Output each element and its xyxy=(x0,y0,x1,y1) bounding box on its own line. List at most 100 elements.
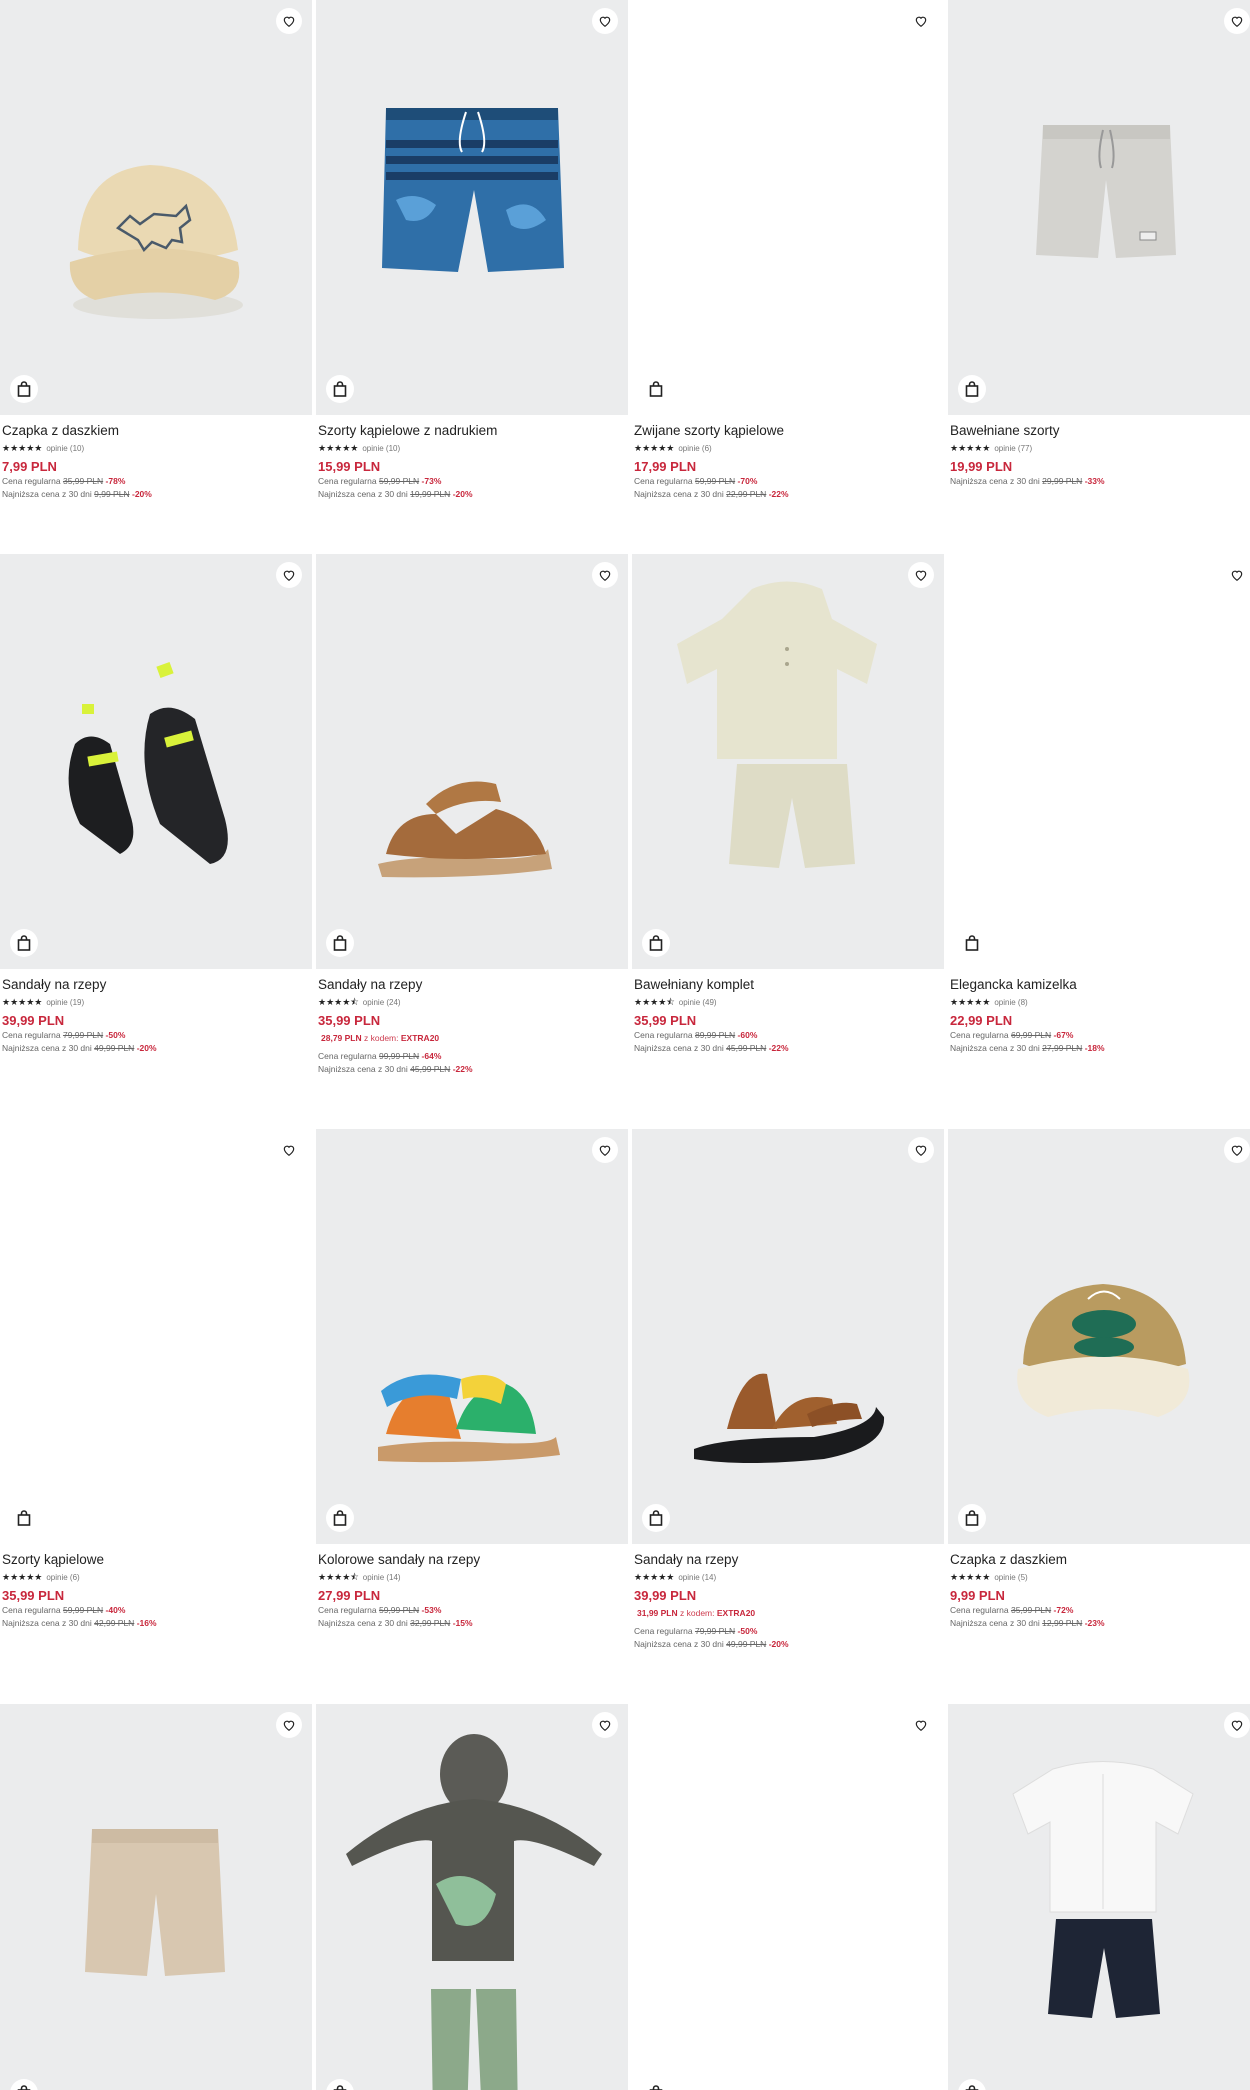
product-name[interactable]: Szorty kąpielowe z nadrukiem xyxy=(318,423,626,440)
product-image-cotton-shorts[interactable] xyxy=(948,0,1250,415)
shopping-bag-icon[interactable] xyxy=(642,1504,670,1532)
heart-outline-icon[interactable] xyxy=(592,1137,618,1163)
regular-price-line: Cena regularna 59,99 PLN -40% xyxy=(2,1605,126,1615)
shopping-bag-icon[interactable] xyxy=(642,2079,670,2090)
product-image-placeholder[interactable] xyxy=(948,554,1250,969)
product-card[interactable] xyxy=(632,1704,944,2090)
product-image-placeholder[interactable] xyxy=(632,1704,944,2090)
product-card[interactable]: Czapka z daszkiem ★★★★★ opinie (5) 9,99 P… xyxy=(948,1129,1250,1630)
product-image-cap-khaki[interactable] xyxy=(948,1129,1250,1544)
product-image-placeholder[interactable] xyxy=(0,1129,312,1544)
lowest-price-line: Najniższa cena z 30 dni 42,99 PLN -16% xyxy=(2,1618,157,1628)
product-image-sandals-black[interactable] xyxy=(0,554,312,969)
shopping-bag-icon[interactable] xyxy=(326,929,354,957)
heart-outline-icon[interactable] xyxy=(908,1712,934,1738)
shopping-bag-icon[interactable] xyxy=(326,375,354,403)
product-name[interactable]: Czapka z daszkiem xyxy=(950,1552,1250,1569)
review-count[interactable]: opinie (10) xyxy=(362,444,400,453)
lowest-price-line: Najniższa cena z 30 dni 49,99 PLN -20% xyxy=(2,1043,157,1053)
lowest-price-line: Najniższa cena z 30 dni 45,99 PLN -22% xyxy=(318,1064,473,1074)
review-count[interactable]: opinie (6) xyxy=(678,444,711,453)
heart-outline-icon[interactable] xyxy=(1224,1137,1250,1163)
product-image-placeholder[interactable] xyxy=(632,0,944,415)
heart-outline-icon[interactable] xyxy=(1224,1712,1250,1738)
heart-outline-icon[interactable] xyxy=(592,1712,618,1738)
product-card[interactable]: Elegancka kamizelka ★★★★★ opinie (8) 22,9… xyxy=(948,554,1250,1055)
shopping-bag-icon[interactable] xyxy=(642,929,670,957)
product-card[interactable]: Bawełniane szorty ★★★★★ opinie (77) 19,99… xyxy=(948,0,1250,488)
product-image-hoodie-kid[interactable] xyxy=(316,1704,628,2090)
shopping-bag-icon[interactable] xyxy=(326,1504,354,1532)
product-image-cotton-set[interactable] xyxy=(632,554,944,969)
heart-outline-icon[interactable] xyxy=(908,8,934,34)
lowest-price-line: Najniższa cena z 30 dni 22,99 PLN -22% xyxy=(634,489,789,499)
product-card[interactable] xyxy=(316,1704,628,2090)
shopping-bag-icon[interactable] xyxy=(958,929,986,957)
product-image-swim-shorts[interactable] xyxy=(316,0,628,415)
product-image-colorful-sandals[interactable] xyxy=(316,1129,628,1544)
product-card[interactable]: Sandały na rzepy ★★★★⯪ opinie (24) 35,99 … xyxy=(316,554,628,1076)
product-image-sandals-brown[interactable] xyxy=(316,554,628,969)
lowest-price-line: Najniższa cena z 30 dni 45,99 PLN -22% xyxy=(634,1043,789,1053)
rating-stars: ★★★★★ xyxy=(634,443,675,453)
review-count[interactable]: opinie (6) xyxy=(46,1573,79,1582)
heart-outline-icon[interactable] xyxy=(276,8,302,34)
lowest-price-line: Najniższa cena z 30 dni 32,99 PLN -15% xyxy=(318,1618,473,1628)
review-count[interactable]: opinie (10) xyxy=(46,444,84,453)
lowest-price-line: Najniższa cena z 30 dni 9,99 PLN -20% xyxy=(2,489,152,499)
product-name[interactable]: Zwijane szorty kąpielowe xyxy=(634,423,942,440)
regular-price-line: Cena regularna 69,99 PLN -67% xyxy=(950,1030,1074,1040)
promo-code-line: 31,99 PLN z kodem: EXTRA20 xyxy=(637,1608,756,1618)
heart-outline-icon[interactable] xyxy=(592,8,618,34)
shopping-bag-icon[interactable] xyxy=(958,375,986,403)
shopping-bag-icon[interactable] xyxy=(10,375,38,403)
product-name[interactable]: Bawełniany komplet xyxy=(634,977,942,994)
review-count[interactable]: opinie (5) xyxy=(994,1573,1027,1582)
shopping-bag-icon[interactable] xyxy=(958,1504,986,1532)
heart-outline-icon[interactable] xyxy=(276,1137,302,1163)
product-name[interactable]: Elegancka kamizelka xyxy=(950,977,1250,994)
heart-outline-icon[interactable] xyxy=(592,562,618,588)
review-count[interactable]: opinie (77) xyxy=(994,444,1032,453)
product-card[interactable] xyxy=(0,1704,312,2090)
shopping-bag-icon[interactable] xyxy=(10,929,38,957)
shopping-bag-icon[interactable] xyxy=(10,1504,38,1532)
product-name[interactable]: Sandały na rzepy xyxy=(2,977,310,994)
heart-outline-icon[interactable] xyxy=(1224,8,1250,34)
product-card[interactable]: Sandały na rzepy ★★★★★ opinie (14) 39,99 … xyxy=(632,1129,944,1651)
promo-code-line: 28,79 PLN z kodem: EXTRA20 xyxy=(321,1033,440,1043)
product-price: 17,99 PLN xyxy=(634,459,697,474)
review-count[interactable]: opinie (24) xyxy=(363,998,401,1007)
review-count[interactable]: opinie (49) xyxy=(679,998,717,1007)
product-card[interactable]: Bawełniany komplet ★★★★⯪ opinie (49) 35,9… xyxy=(632,554,944,1055)
review-count[interactable]: opinie (8) xyxy=(994,998,1027,1007)
product-card[interactable]: Sandały na rzepy ★★★★★ opinie (19) 39,99 … xyxy=(0,554,312,1055)
shopping-bag-icon[interactable] xyxy=(642,375,670,403)
product-image-sandals-brown-black[interactable] xyxy=(632,1129,944,1544)
product-image-shirt-set[interactable] xyxy=(948,1704,1250,2090)
heart-outline-icon[interactable] xyxy=(1224,562,1250,588)
lowest-price-line: Najniższa cena z 30 dni 29,99 PLN -33% xyxy=(950,476,1105,486)
product-card[interactable]: Zwijane szorty kąpielowe ★★★★★ opinie (6)… xyxy=(632,0,944,501)
heart-outline-icon[interactable] xyxy=(276,562,302,588)
product-card[interactable]: Szorty kąpielowe ★★★★★ opinie (6) 35,99 P… xyxy=(0,1129,312,1630)
product-card[interactable] xyxy=(948,1704,1250,2090)
heart-outline-icon[interactable] xyxy=(908,562,934,588)
product-card[interactable]: Czapka z daszkiem ★★★★★ opinie (10) 7,99 … xyxy=(0,0,312,501)
product-image-beige-shorts[interactable] xyxy=(0,1704,312,2090)
product-name[interactable]: Sandały na rzepy xyxy=(634,1552,942,1569)
product-name[interactable]: Kolorowe sandały na rzepy xyxy=(318,1552,626,1569)
heart-outline-icon[interactable] xyxy=(276,1712,302,1738)
product-name[interactable]: Szorty kąpielowe xyxy=(2,1552,310,1569)
product-image-cap[interactable] xyxy=(0,0,312,415)
review-count[interactable]: opinie (14) xyxy=(678,1573,716,1582)
review-count[interactable]: opinie (19) xyxy=(46,998,84,1007)
product-card[interactable]: Kolorowe sandały na rzepy ★★★★⯪ opinie (1… xyxy=(316,1129,628,1630)
product-name[interactable]: Sandały na rzepy xyxy=(318,977,626,994)
product-name[interactable]: Czapka z daszkiem xyxy=(2,423,310,440)
product-card[interactable]: Szorty kąpielowe z nadrukiem ★★★★★ opinie… xyxy=(316,0,628,501)
review-count[interactable]: opinie (14) xyxy=(363,1573,401,1582)
rating-stars: ★★★★★ xyxy=(950,997,991,1007)
heart-outline-icon[interactable] xyxy=(908,1137,934,1163)
product-name[interactable]: Bawełniane szorty xyxy=(950,423,1250,440)
